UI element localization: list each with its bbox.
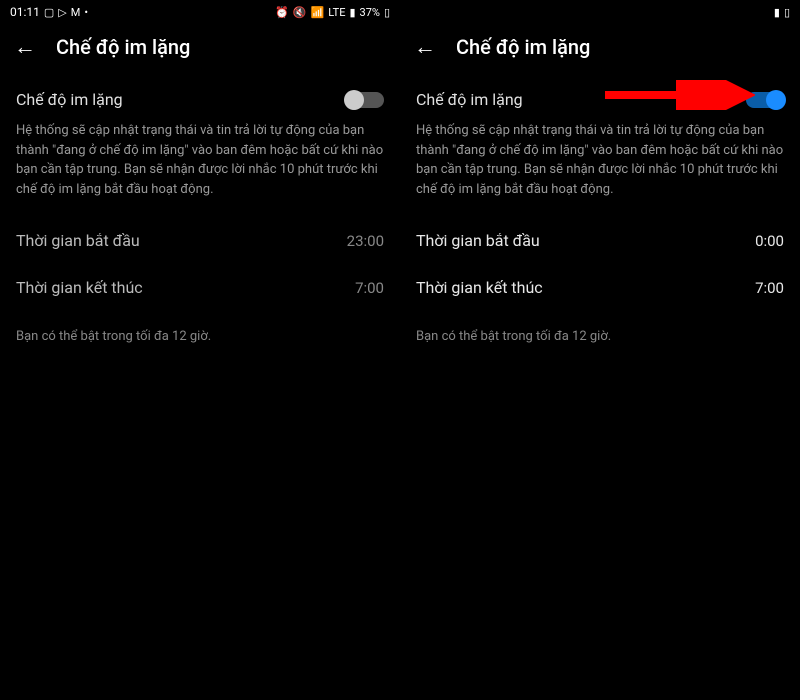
mail-icon: M xyxy=(71,6,81,19)
quiet-mode-toggle-row[interactable]: Chế độ im lặng xyxy=(416,76,784,121)
status-left: 01:11 ▢ ▷ M • xyxy=(10,5,88,19)
status-right: ▮ ▯ xyxy=(774,6,790,19)
video-icon: ▷ xyxy=(58,6,66,19)
phone-screen-right: ▮ ▯ ← Chế độ im lặng Chế độ im lặng Hệ t… xyxy=(400,0,800,700)
header-title: Chế độ im lặng xyxy=(456,35,590,59)
back-arrow-icon[interactable]: ← xyxy=(14,34,36,60)
start-time-value: 0:00 xyxy=(755,232,784,250)
end-time-label: Thời gian kết thúc xyxy=(416,278,543,297)
content: Chế độ im lặng Hệ thống sẽ cập nhật trạn… xyxy=(0,76,400,344)
quiet-mode-toggle-off[interactable] xyxy=(346,92,384,108)
end-time-row[interactable]: Thời gian kết thúc 7:00 xyxy=(16,264,384,311)
status-time: 01:11 xyxy=(10,5,40,19)
more-icon: • xyxy=(84,6,88,19)
signal-icon: ▮ xyxy=(774,6,780,19)
alarm-icon: ⏰ xyxy=(275,6,289,19)
start-time-label: Thời gian bắt đầu xyxy=(416,231,540,250)
start-time-row[interactable]: Thời gian bắt đầu 0:00 xyxy=(416,217,784,264)
battery-icon: ▯ xyxy=(384,6,390,19)
description-text: Hệ thống sẽ cập nhật trạng thái và tin t… xyxy=(16,121,384,217)
battery-percent: 37% xyxy=(360,6,380,19)
footer-note: Bạn có thể bật trong tối đa 12 giờ. xyxy=(416,311,784,344)
image-icon: ▢ xyxy=(44,6,54,19)
content: Chế độ im lặng Hệ thống sẽ cập nhật trạn… xyxy=(400,76,800,344)
description-text: Hệ thống sẽ cập nhật trạng thái và tin t… xyxy=(416,121,784,217)
header: ← Chế độ im lặng xyxy=(0,24,400,76)
start-time-row[interactable]: Thời gian bắt đầu 23:00 xyxy=(16,217,384,264)
battery-icon: ▯ xyxy=(784,6,790,19)
back-arrow-icon[interactable]: ← xyxy=(414,34,436,60)
quiet-mode-label: Chế độ im lặng xyxy=(16,90,123,109)
end-time-label: Thời gian kết thúc xyxy=(16,278,143,297)
status-bar: 01:11 ▢ ▷ M • ⏰ 🔇 📶 LTE ▮ 37% ▯ xyxy=(0,0,400,24)
end-time-row[interactable]: Thời gian kết thúc 7:00 xyxy=(416,264,784,311)
quiet-mode-toggle-row[interactable]: Chế độ im lặng xyxy=(16,76,384,121)
mute-icon: 🔇 xyxy=(293,6,307,19)
quiet-mode-toggle-on[interactable] xyxy=(746,92,784,108)
end-time-value: 7:00 xyxy=(755,279,784,297)
phone-screen-left: 01:11 ▢ ▷ M • ⏰ 🔇 📶 LTE ▮ 37% ▯ ← Chế độ… xyxy=(0,0,400,700)
end-time-value: 7:00 xyxy=(355,279,384,297)
wifi-icon: 📶 xyxy=(310,6,324,19)
status-right: ⏰ 🔇 📶 LTE ▮ 37% ▯ xyxy=(275,6,390,19)
status-bar: ▮ ▯ xyxy=(400,0,800,24)
lte-icon: LTE xyxy=(328,6,345,19)
start-time-value: 23:00 xyxy=(347,232,384,250)
quiet-mode-label: Chế độ im lặng xyxy=(416,90,523,109)
header-title: Chế độ im lặng xyxy=(56,35,190,59)
footer-note: Bạn có thể bật trong tối đa 12 giờ. xyxy=(16,311,384,344)
signal-icon: ▮ xyxy=(349,6,355,19)
start-time-label: Thời gian bắt đầu xyxy=(16,231,140,250)
header: ← Chế độ im lặng xyxy=(400,24,800,76)
